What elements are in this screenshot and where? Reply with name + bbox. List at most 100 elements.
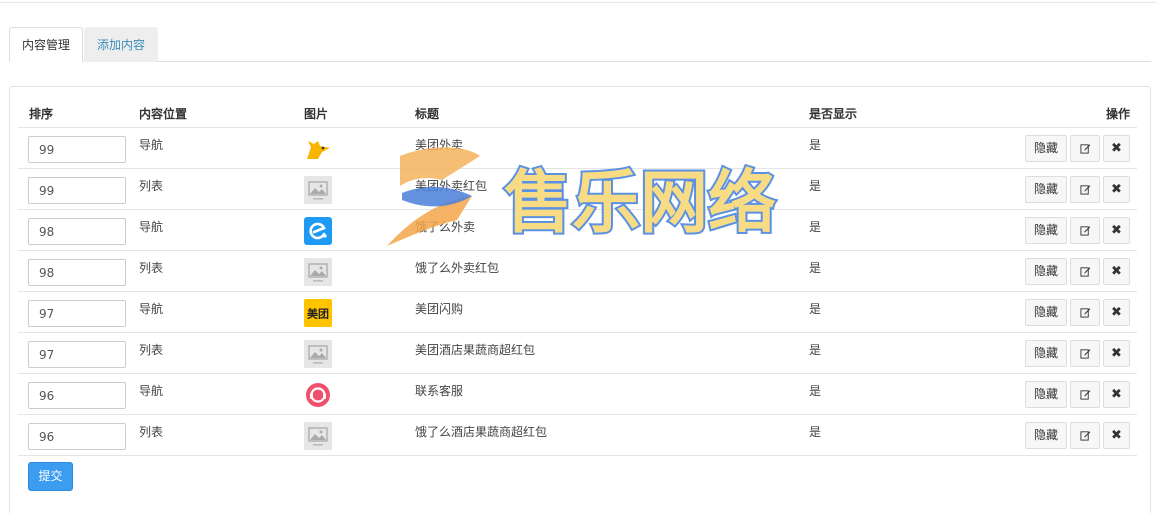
placeholder-image [304, 340, 332, 368]
hide-button[interactable]: 隐藏 [1025, 176, 1067, 203]
tab-add-content[interactable]: 添加内容 [84, 27, 159, 62]
row-divider [18, 455, 1137, 456]
delete-button[interactable]: ✖ [1103, 135, 1130, 162]
show-cell: 是 [809, 261, 822, 275]
position-cell: 导航 [139, 302, 164, 316]
show-cell: 是 [809, 220, 822, 234]
mascot-icon [304, 135, 332, 163]
sort-input[interactable] [28, 177, 126, 204]
placeholder-image [304, 258, 332, 286]
edit-button[interactable] [1070, 340, 1100, 367]
edit-button[interactable] [1070, 217, 1100, 244]
delete-button[interactable]: ✖ [1103, 299, 1130, 326]
position-cell: 导航 [139, 384, 164, 398]
table-row: 列表 饿了么酒店果蔬商超红包 是 隐藏 ✖ [18, 415, 1137, 456]
table-row: 列表 美团酒店果蔬商超红包 是 隐藏 ✖ [18, 333, 1137, 374]
show-cell: 是 [809, 138, 822, 152]
delete-button[interactable]: ✖ [1103, 217, 1130, 244]
table-row: 列表 饿了么外卖红包 是 隐藏 ✖ [18, 251, 1137, 292]
edit-icon [1079, 349, 1090, 359]
edit-button[interactable] [1070, 258, 1100, 285]
delete-button[interactable]: ✖ [1103, 381, 1130, 408]
support-logo-icon [304, 381, 332, 409]
show-cell: 是 [809, 302, 822, 316]
close-icon: ✖ [1111, 264, 1122, 279]
table-row: 导航 美团外卖 是 隐藏 ✖ [18, 128, 1137, 169]
title-cell: 美团酒店果蔬商超红包 [415, 343, 536, 357]
edit-icon [1079, 185, 1090, 195]
header-show: 是否显示 [809, 107, 858, 121]
edit-icon [1079, 308, 1090, 318]
title-cell: 饿了么外卖 [415, 220, 476, 234]
edit-icon [1079, 431, 1090, 441]
title-cell: 美团外卖 [415, 138, 464, 152]
close-icon: ✖ [1111, 305, 1122, 320]
close-icon: ✖ [1111, 428, 1122, 443]
tab-bar: 内容管理 添加内容 [9, 27, 1151, 62]
title-cell: 联系客服 [415, 384, 464, 398]
sort-input[interactable] [28, 218, 126, 245]
position-cell: 导航 [139, 138, 164, 152]
delete-button[interactable]: ✖ [1103, 176, 1130, 203]
hide-button[interactable]: 隐藏 [1025, 217, 1067, 244]
close-icon: ✖ [1111, 182, 1122, 197]
tab-content-management[interactable]: 内容管理 [9, 27, 84, 62]
position-cell: 列表 [139, 343, 164, 357]
edit-icon [1079, 267, 1090, 277]
placeholder-image [304, 176, 332, 204]
show-cell: 是 [809, 384, 822, 398]
edit-button[interactable] [1070, 422, 1100, 449]
title-cell: 饿了么酒店果蔬商超红包 [415, 425, 548, 439]
close-icon: ✖ [1111, 387, 1122, 402]
edit-button[interactable] [1070, 381, 1100, 408]
submit-button[interactable]: 提交 [28, 462, 73, 491]
edit-icon [1079, 390, 1090, 400]
edit-button[interactable] [1070, 135, 1100, 162]
ele-logo-icon [304, 217, 332, 245]
table-row: 列表 美团外卖红包 是 隐藏 ✖ [18, 169, 1137, 210]
position-cell: 列表 [139, 261, 164, 275]
hide-button[interactable]: 隐藏 [1025, 381, 1067, 408]
sort-input[interactable] [28, 423, 126, 450]
show-cell: 是 [809, 425, 822, 439]
meituan-logo-icon: 美团 [304, 299, 332, 327]
header-ops: 操作 [1106, 107, 1131, 121]
title-cell: 饿了么外卖红包 [415, 261, 500, 275]
sort-input[interactable] [28, 341, 126, 368]
close-icon: ✖ [1111, 141, 1122, 156]
delete-button[interactable]: ✖ [1103, 340, 1130, 367]
edit-icon [1079, 226, 1090, 236]
close-icon: ✖ [1111, 223, 1122, 238]
delete-button[interactable]: ✖ [1103, 258, 1130, 285]
hide-button[interactable]: 隐藏 [1025, 299, 1067, 326]
position-cell: 列表 [139, 425, 164, 439]
hide-button[interactable]: 隐藏 [1025, 422, 1067, 449]
placeholder-image [304, 422, 332, 450]
header-sort: 排序 [29, 107, 54, 121]
table-row: 导航 联系客服 是 隐藏 ✖ [18, 374, 1137, 415]
sort-input[interactable] [28, 300, 126, 327]
position-cell: 导航 [139, 220, 164, 234]
title-cell: 美团闪购 [415, 302, 464, 316]
edit-button[interactable] [1070, 299, 1100, 326]
show-cell: 是 [809, 343, 822, 357]
header-position: 内容位置 [139, 107, 188, 121]
edit-icon [1079, 144, 1090, 154]
hide-button[interactable]: 隐藏 [1025, 340, 1067, 367]
sort-input[interactable] [28, 136, 126, 163]
svg-text:美团: 美团 [307, 307, 329, 321]
header-title: 标题 [415, 107, 440, 121]
header-image: 图片 [304, 107, 329, 121]
hide-button[interactable]: 隐藏 [1025, 135, 1067, 162]
title-cell: 美团外卖红包 [415, 179, 488, 193]
close-icon: ✖ [1111, 346, 1122, 361]
sort-input[interactable] [28, 382, 126, 409]
edit-button[interactable] [1070, 176, 1100, 203]
table-row: 导航 饿了么外卖 是 隐藏 ✖ [18, 210, 1137, 251]
sort-input[interactable] [28, 259, 126, 286]
table-row: 导航 美团 美团闪购 是 隐藏 ✖ [18, 292, 1137, 333]
show-cell: 是 [809, 179, 822, 193]
hide-button[interactable]: 隐藏 [1025, 258, 1067, 285]
delete-button[interactable]: ✖ [1103, 422, 1130, 449]
position-cell: 列表 [139, 179, 164, 193]
